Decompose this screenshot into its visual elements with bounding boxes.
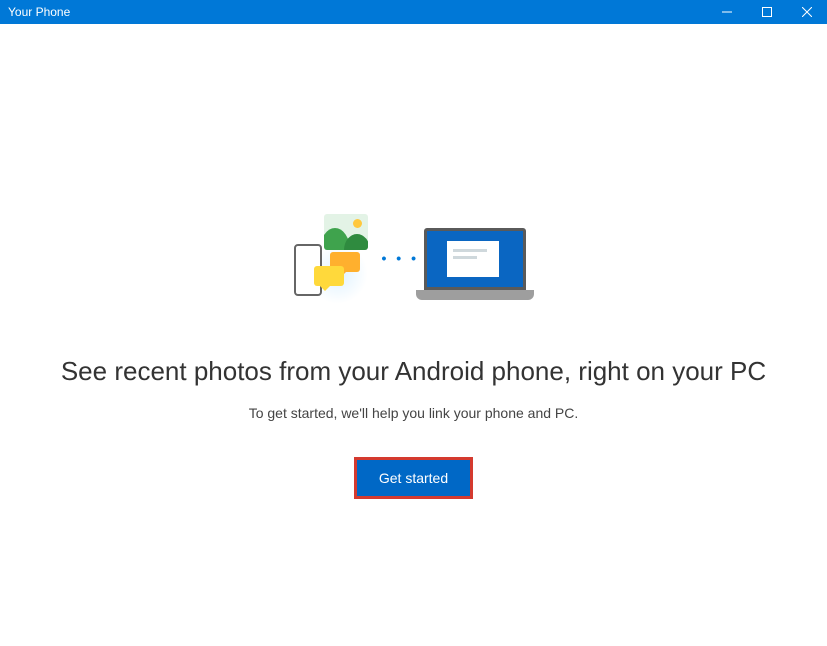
chat-bubble-icon <box>314 266 344 286</box>
window-controls <box>707 0 827 24</box>
photo-card-icon <box>324 214 368 250</box>
onboarding-subtext: To get started, we'll help you link your… <box>249 405 579 421</box>
maximize-icon <box>762 7 772 17</box>
cta-highlight: Get started <box>354 457 473 499</box>
minimize-icon <box>722 7 732 17</box>
laptop-icon <box>416 228 534 300</box>
close-icon <box>802 7 812 17</box>
titlebar: Your Phone <box>0 0 827 24</box>
onboarding-content: • • • • • See recent photos from your An… <box>0 24 827 646</box>
link-illustration: • • • • • <box>294 214 534 300</box>
minimize-button[interactable] <box>707 0 747 24</box>
window-title: Your Phone <box>8 5 70 19</box>
maximize-button[interactable] <box>747 0 787 24</box>
close-button[interactable] <box>787 0 827 24</box>
get-started-button[interactable]: Get started <box>357 460 470 496</box>
onboarding-headline: See recent photos from your Android phon… <box>61 356 766 387</box>
